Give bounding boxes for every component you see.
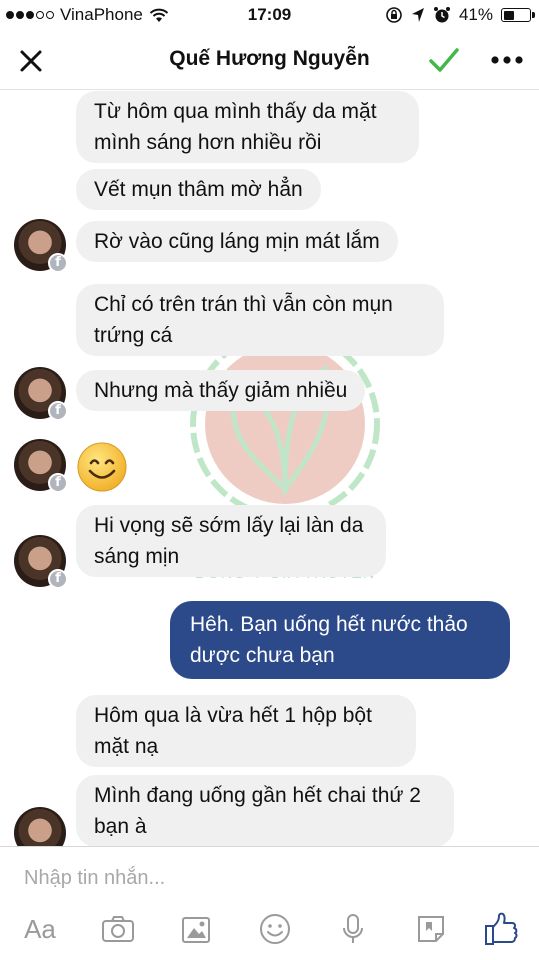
voice-button[interactable] xyxy=(333,911,373,947)
facebook-badge-icon: f xyxy=(48,253,68,273)
message-bubble[interactable]: Chỉ có trên trán thì vẫn còn mụn trứng c… xyxy=(76,284,444,356)
smiley-icon xyxy=(260,914,290,944)
emoji-button[interactable] xyxy=(255,911,295,947)
gallery-button[interactable] xyxy=(177,911,217,947)
composer: Nhập tin nhắn... Aa xyxy=(0,846,539,960)
smiling-face-icon[interactable] xyxy=(76,441,128,493)
status-bar: VinaPhone 17:09 41% xyxy=(0,0,539,30)
battery-percent: 41% xyxy=(458,5,493,24)
sticker-icon xyxy=(418,916,444,942)
check-icon[interactable] xyxy=(428,46,460,74)
message-list[interactable]: XUÂN XUÂN ĐÔNG Y GIA TRUYỀN Từ hôm qua m… xyxy=(0,91,539,846)
location-icon xyxy=(411,8,424,22)
camera-button[interactable] xyxy=(98,911,138,947)
gallery-icon xyxy=(182,917,210,943)
message-bubble[interactable]: Mình đang uống gần hết chai thứ 2 bạn à xyxy=(76,775,454,846)
battery-icon xyxy=(501,8,535,22)
facebook-badge-icon: f xyxy=(48,473,68,493)
message-bubble[interactable]: Hi vọng sẽ sớm lấy lại làn da sáng mịn xyxy=(76,505,386,577)
thumbs-up-icon xyxy=(485,912,518,945)
rotation-lock-icon xyxy=(386,7,402,23)
sticker-button[interactable] xyxy=(411,911,451,947)
contact-avatar[interactable]: f xyxy=(14,439,68,493)
facebook-badge-icon: f xyxy=(48,401,68,421)
text-format-button[interactable]: Aa xyxy=(20,911,60,947)
microphone-icon xyxy=(343,914,363,943)
message-bubble[interactable]: Rờ vào cũng láng mịn mát lắm xyxy=(76,221,398,262)
conversation-header: Quế Hương Nguyễn xyxy=(0,30,539,90)
facebook-badge-icon: f xyxy=(48,569,68,589)
contact-avatar[interactable]: f xyxy=(14,367,68,421)
camera-icon xyxy=(102,916,134,942)
message-input[interactable]: Nhập tin nhắn... xyxy=(24,867,165,890)
message-bubble[interactable]: Vết mụn thâm mờ hẳn xyxy=(76,169,321,210)
like-button[interactable] xyxy=(482,911,522,947)
composer-toolbar: Aa xyxy=(0,907,539,953)
outgoing-message-bubble[interactable]: Hêh. Bạn uống hết nước thảo dược chưa bạ… xyxy=(170,601,510,679)
message-bubble[interactable]: Hôm qua là vừa hết 1 hộp bột mặt nạ xyxy=(76,695,416,767)
contact-avatar[interactable]: f xyxy=(14,535,68,589)
contact-avatar[interactable] xyxy=(14,807,66,846)
message-bubble[interactable]: Nhưng mà thấy giảm nhiều xyxy=(76,370,366,411)
alarm-icon xyxy=(433,7,450,23)
contact-avatar[interactable]: f xyxy=(14,219,68,273)
message-bubble[interactable]: Từ hôm qua mình thấy da mặt mình sáng hơ… xyxy=(76,91,419,163)
more-icon[interactable] xyxy=(490,52,524,68)
status-right: 41% xyxy=(385,5,535,25)
